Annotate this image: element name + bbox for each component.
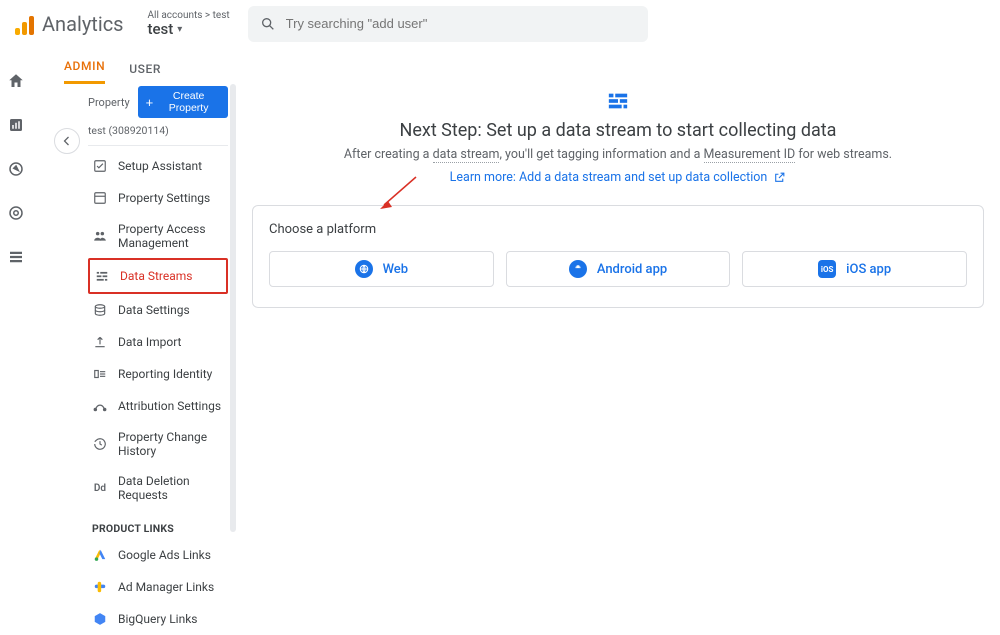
nav-attribution-settings[interactable]: Attribution Settings	[88, 390, 228, 422]
vertical-nav	[0, 48, 32, 532]
id-icon	[92, 366, 108, 382]
tab-admin[interactable]: ADMIN	[64, 59, 105, 84]
back-button[interactable]	[54, 128, 80, 154]
web-icon	[355, 260, 373, 278]
learn-more-link[interactable]: Learn more: Add a data stream and set up…	[450, 170, 787, 185]
search-bar[interactable]	[248, 6, 648, 42]
brand-label: Analytics	[42, 12, 124, 36]
ad-manager-icon	[92, 579, 108, 595]
check-square-icon	[92, 158, 108, 174]
nav-data-import[interactable]: Data Import	[88, 326, 228, 358]
analytics-icon	[14, 13, 36, 35]
platform-label: iOS app	[846, 262, 891, 277]
nav-ad-manager-links[interactable]: Ad Manager Links	[88, 571, 228, 603]
nav-google-ads-links[interactable]: Google Ads Links	[88, 539, 228, 571]
upload-icon	[92, 334, 108, 350]
analytics-logo: Analytics	[8, 12, 130, 36]
nav-label: Reporting Identity	[118, 367, 212, 381]
external-link-icon	[773, 171, 786, 184]
home-icon[interactable]	[7, 72, 25, 90]
nav-property-settings[interactable]: Property Settings	[88, 182, 228, 214]
nav-label: Data Import	[118, 335, 182, 349]
data-stream-hero-icon	[607, 90, 629, 112]
topbar: Analytics All accounts > test test ▾	[0, 0, 1000, 48]
ios-icon: iOS	[818, 260, 836, 278]
create-property-label: Create Property	[157, 90, 220, 114]
account-picker[interactable]: All accounts > test test ▾	[138, 8, 240, 40]
tab-user[interactable]: USER	[129, 62, 161, 84]
platform-label: Android app	[597, 262, 667, 277]
nav-label: Ad Manager Links	[118, 580, 214, 594]
nav-setup-assistant[interactable]: Setup Assistant	[88, 150, 228, 182]
platform-web-button[interactable]: Web	[269, 251, 494, 287]
platform-android-button[interactable]: Android app	[506, 251, 731, 287]
nav-data-settings[interactable]: Data Settings	[88, 294, 228, 326]
choose-platform-card: Choose a platform Web Android app iOS iO…	[252, 205, 984, 308]
create-property-button[interactable]: + Create Property	[138, 86, 228, 118]
property-label: Property	[88, 96, 130, 109]
google-ads-icon	[92, 547, 108, 563]
nav-label: Property Change History	[118, 430, 224, 458]
attribution-icon	[92, 398, 108, 414]
platform-ios-button[interactable]: iOS iOS app	[742, 251, 967, 287]
nav-label: Data Deletion Requests	[118, 474, 224, 502]
advertising-icon[interactable]	[7, 204, 25, 222]
admin-sidebar: Property + Create Property test (3089201…	[40, 84, 230, 532]
property-id: test (308920114)	[88, 124, 228, 146]
nav-reporting-identity[interactable]: Reporting Identity	[88, 358, 228, 390]
hero-title: Next Step: Set up a data stream to start…	[252, 120, 984, 141]
reports-icon[interactable]	[7, 116, 25, 134]
history-icon	[92, 436, 108, 452]
nav-data-deletion[interactable]: Dd Data Deletion Requests	[88, 466, 228, 510]
nav-label: Property Settings	[118, 191, 210, 205]
settings-square-icon	[92, 190, 108, 206]
database-icon	[92, 302, 108, 318]
search-input[interactable]	[286, 16, 636, 31]
nav-bigquery-links[interactable]: BigQuery Links	[88, 603, 228, 635]
platform-label: Web	[383, 262, 409, 277]
nav-label: Data Streams	[120, 269, 192, 283]
nav-label: Setup Assistant	[118, 159, 202, 173]
nav-label: Data Settings	[118, 303, 190, 317]
property-name: test	[148, 21, 174, 38]
bigquery-icon	[92, 611, 108, 627]
learn-more-label: Learn more: Add a data stream and set up…	[450, 170, 768, 185]
resize-handle[interactable]	[230, 84, 236, 532]
android-icon	[569, 260, 587, 278]
plus-icon: +	[146, 96, 154, 109]
product-links-title: PRODUCT LINKS	[88, 510, 228, 539]
people-icon	[92, 228, 108, 244]
explore-icon[interactable]	[7, 160, 25, 178]
nav-data-streams[interactable]: Data Streams	[88, 258, 228, 294]
deletion-icon: Dd	[92, 480, 108, 496]
configure-icon[interactable]	[7, 248, 25, 266]
nav-label: Attribution Settings	[118, 399, 221, 413]
caret-down-icon: ▾	[177, 24, 182, 35]
search-icon	[260, 16, 276, 32]
nav-label: BigQuery Links	[118, 612, 197, 626]
main-content: Next Step: Set up a data stream to start…	[252, 84, 984, 532]
card-title: Choose a platform	[269, 222, 967, 237]
tab-bar: ADMIN USER	[40, 48, 161, 84]
hero-subtitle: After creating a data stream, you'll get…	[252, 147, 984, 162]
nav-label: Property Access Management	[118, 222, 224, 250]
nav-label: Google Ads Links	[118, 548, 211, 562]
nav-property-access[interactable]: Property Access Management	[88, 214, 228, 258]
data-streams-icon	[94, 268, 110, 284]
nav-change-history[interactable]: Property Change History	[88, 422, 228, 466]
